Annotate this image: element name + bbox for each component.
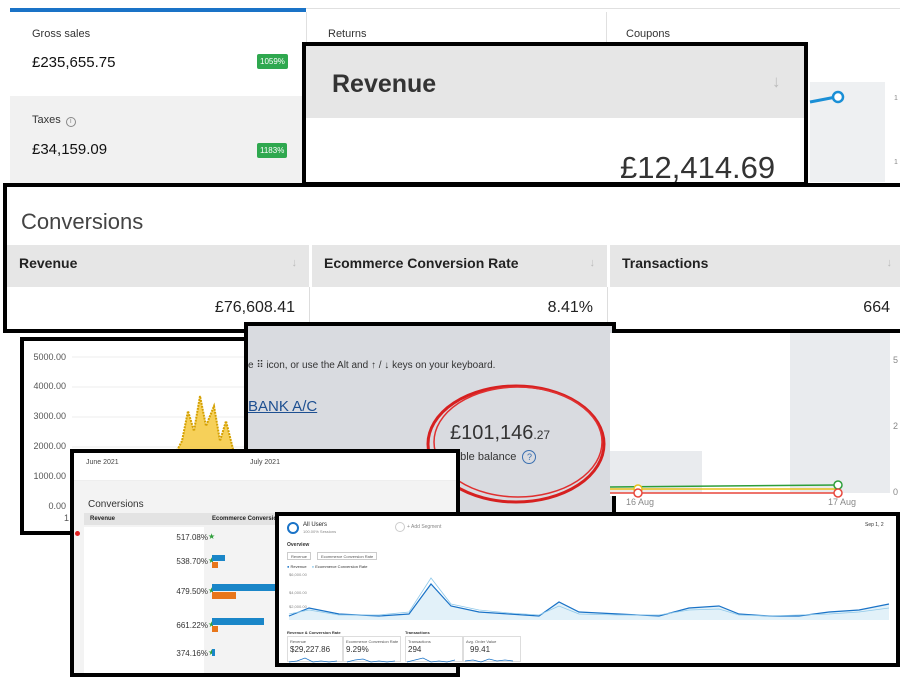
y-tick-label: 1000.00 bbox=[33, 471, 66, 481]
y-tick-label: 2000.00 bbox=[33, 441, 66, 451]
svg-text:1: 1 bbox=[894, 95, 898, 102]
conversions-panel: Conversions Revenue ↓ Ecommerce Conversio… bbox=[3, 183, 900, 333]
bank-account-link[interactable]: BANK A/C bbox=[248, 398, 317, 415]
sort-arrow-icon[interactable]: ↓ bbox=[772, 72, 781, 92]
transactions-value: 664 bbox=[863, 299, 890, 316]
bar-orange bbox=[212, 626, 218, 632]
revenue-card-value: £12,414.69 bbox=[620, 150, 776, 185]
info-icon[interactable]: i bbox=[65, 117, 76, 127]
balance-amount: £101,146 bbox=[450, 422, 534, 444]
conversions-title: Conversions bbox=[21, 209, 144, 234]
y-tick-label: 3000.00 bbox=[33, 411, 66, 421]
segment-sublabel: 100.00% Sessions bbox=[303, 529, 337, 534]
transactions-chart-fragment: 16 Aug 17 Aug 5 2 0 bbox=[610, 333, 900, 507]
up-star-icon: ★ bbox=[208, 532, 216, 541]
series-line bbox=[610, 484, 839, 488]
available-balance-label: able balance bbox=[454, 451, 517, 463]
legend-revenue: Revenue bbox=[290, 564, 307, 569]
add-segment-icon[interactable] bbox=[395, 522, 405, 532]
kpi-value: 9.29% bbox=[346, 645, 369, 654]
conversion-rate-value: 8.41% bbox=[547, 299, 593, 316]
section-transactions: Transactions bbox=[405, 630, 430, 635]
y-tick-label: 5000.00 bbox=[33, 352, 66, 362]
gross-sales-card[interactable]: Gross sales £235,655.75 1059% bbox=[10, 12, 306, 96]
month-label: July 2021 bbox=[250, 459, 280, 466]
balance-pence: .27 bbox=[533, 428, 551, 442]
segment-icon[interactable] bbox=[287, 522, 299, 534]
metric-1-select[interactable]: Revenue bbox=[287, 552, 312, 560]
conversions-title: Conversions bbox=[88, 499, 144, 510]
revenue-card-title: Revenue bbox=[332, 70, 437, 98]
kpi-value: $29,227.86 bbox=[290, 645, 331, 654]
y-tick-label: $6,000.00 bbox=[289, 572, 308, 577]
svg-text:1: 1 bbox=[894, 159, 898, 166]
kpi-sparklines bbox=[288, 657, 514, 663]
segment-label[interactable]: All Users bbox=[303, 522, 327, 528]
reorder-instruction: e ⠿ icon, or use the Alt and ↑ / ↓ keys … bbox=[248, 360, 496, 371]
overview-tab[interactable]: Overview bbox=[287, 542, 309, 548]
conversion-rate-line bbox=[288, 577, 890, 617]
line-chart-fragment: 1 1 bbox=[809, 90, 898, 166]
taxes-value: £34,159.09 bbox=[32, 141, 108, 158]
data-point[interactable] bbox=[833, 488, 843, 498]
section-revenue-conversion: Revenue & Conversion Rate bbox=[287, 630, 341, 635]
sort-arrow-icon[interactable]: ↓ bbox=[887, 257, 893, 269]
column-header-conversion-rate[interactable]: Ecommerce Conversion Rate ↓ bbox=[312, 245, 607, 287]
x-tick-label: 16 Aug bbox=[626, 497, 654, 507]
bar-blue bbox=[212, 649, 215, 656]
date-range[interactable]: Sep 1, 2 bbox=[865, 522, 884, 528]
x-tick-label: 17 Aug bbox=[828, 497, 856, 507]
column-header-conversion-rate[interactable]: Ecommerce Conversion bbox=[212, 516, 281, 522]
returns-label[interactable]: Returns bbox=[328, 28, 367, 40]
y-tick-label: $4,000.00 bbox=[289, 590, 308, 595]
taxes-label: Taxes bbox=[32, 114, 61, 126]
legend-conversion-rate: Ecommerce Conversion Rate bbox=[315, 564, 368, 569]
bar-blue bbox=[212, 555, 225, 561]
month-label: June 2021 bbox=[86, 459, 119, 466]
overview-line-chart: $6,000.00 $4,000.00 $2,000.00 bbox=[288, 572, 890, 620]
analytics-overview-panel: All Users 100.00% Sessions + Add Segment… bbox=[275, 512, 900, 667]
y-tick-label: 0 bbox=[893, 487, 898, 497]
line-chart: 16 Aug 17 Aug 5 2 0 bbox=[610, 355, 898, 507]
legend-dot-icon: ● bbox=[311, 564, 315, 569]
taxes-card[interactable]: Taxes i £34,159.09 1183% bbox=[10, 96, 306, 184]
data-point[interactable] bbox=[831, 90, 845, 104]
y-tick-label: 5 bbox=[893, 355, 898, 365]
gross-sales-badge: 1059% bbox=[257, 54, 288, 69]
data-point[interactable] bbox=[633, 488, 643, 498]
kpi-value: 294 bbox=[408, 645, 422, 654]
kpi-value: 99.41 bbox=[470, 645, 491, 654]
y-tick-label: 2 bbox=[893, 421, 898, 431]
taxes-badge: 1183% bbox=[257, 143, 288, 158]
bar-orange bbox=[212, 562, 218, 568]
bar-blue bbox=[212, 618, 264, 625]
column-header-transactions[interactable]: Transactions ↓ bbox=[610, 245, 900, 287]
revenue-card: Revenue ↓ £12,414.69 bbox=[302, 42, 808, 186]
revenue-line bbox=[288, 583, 890, 617]
revenue-card-header[interactable]: Revenue ↓ bbox=[306, 46, 804, 118]
marker-dot bbox=[75, 531, 80, 536]
column-header-revenue[interactable]: Revenue bbox=[90, 516, 115, 522]
sort-arrow-icon[interactable]: ↓ bbox=[590, 257, 596, 269]
help-icon[interactable]: ? bbox=[522, 450, 537, 464]
add-segment-button[interactable]: + Add Segment bbox=[407, 524, 441, 530]
gross-sales-value: £235,655.75 bbox=[32, 54, 116, 71]
sort-arrow-icon[interactable]: ↓ bbox=[292, 257, 298, 269]
revenue-value: £76,608.41 bbox=[214, 299, 295, 316]
column-header-revenue[interactable]: Revenue ↓ bbox=[7, 245, 309, 287]
bar-orange bbox=[212, 592, 236, 599]
y-tick-label: $2,000.00 bbox=[289, 604, 308, 609]
legend-dot-icon: ● bbox=[287, 564, 290, 569]
y-tick-label: 0.00 bbox=[48, 501, 66, 511]
gross-sales-label: Gross sales bbox=[32, 28, 91, 40]
bar-blue bbox=[212, 584, 284, 591]
y-tick-label: 4000.00 bbox=[33, 381, 66, 391]
data-point[interactable] bbox=[833, 480, 843, 490]
x-tick-label: 1 bbox=[64, 513, 69, 523]
coupons-label[interactable]: Coupons bbox=[626, 28, 670, 40]
metric-2-select[interactable]: Ecommerce Conversion Rate bbox=[317, 552, 378, 560]
